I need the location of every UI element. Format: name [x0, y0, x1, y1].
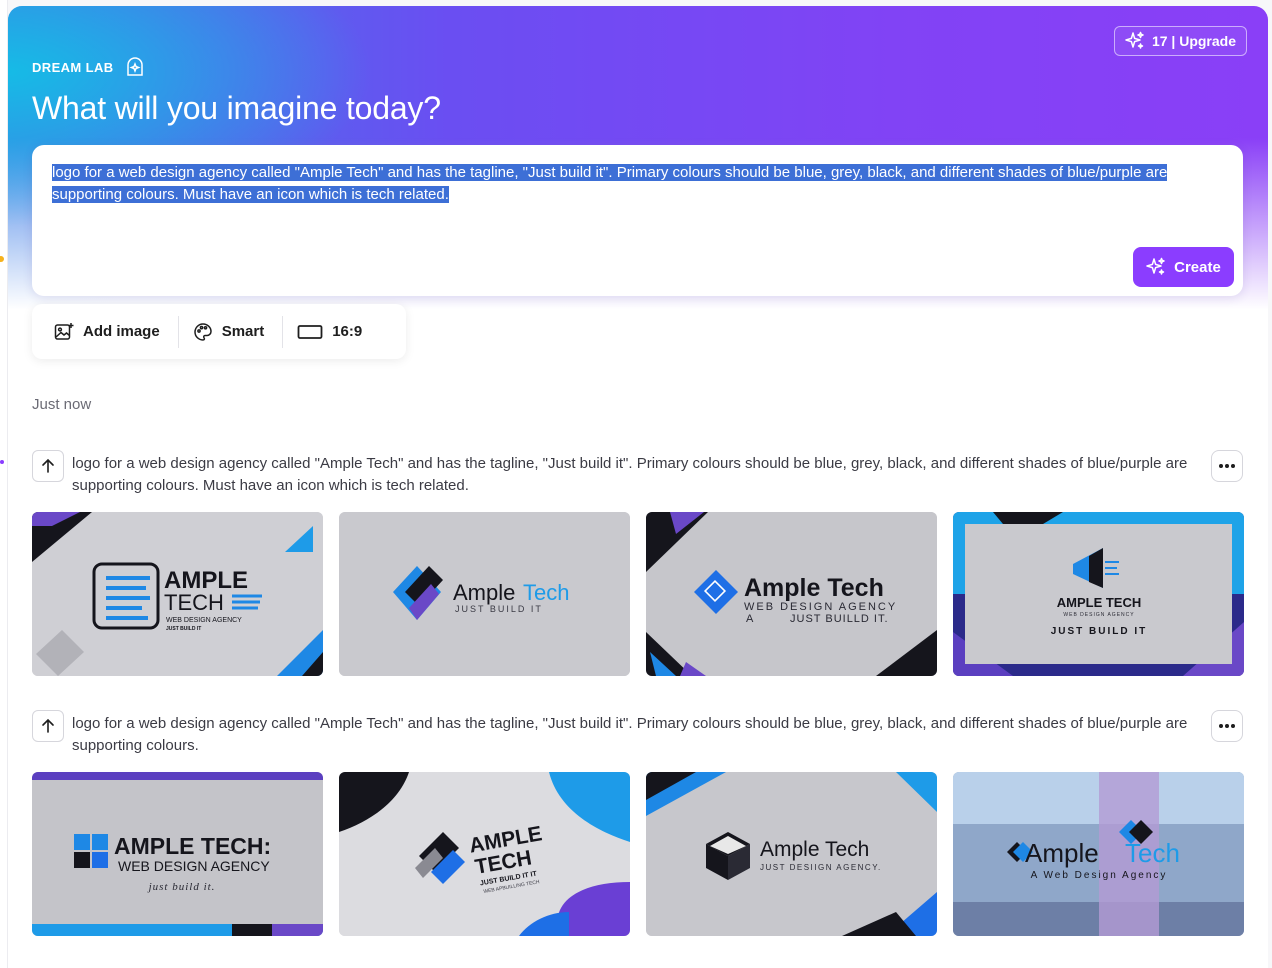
generated-image[interactable]: Ample Tech JUST BUILD IT: [339, 512, 630, 676]
add-image-button[interactable]: Add image: [46, 316, 172, 348]
logo-tagline: JUST BUILLD IT.: [790, 613, 889, 625]
logo-subtitle: Tech: [523, 580, 569, 605]
more-options-button[interactable]: [1211, 450, 1243, 482]
logo-title: Ample Tech: [744, 574, 884, 602]
generated-image[interactable]: Ample Tech JUST DESIIGN AGENCY.: [646, 772, 937, 936]
logo-image: AMPLE TECH WEB DESIGN AGENCY JUST BUILD …: [32, 512, 323, 676]
generated-image[interactable]: Ample Tech WEB DESIGN AGENCY A JUST BUIL…: [646, 512, 937, 676]
logo-image: AMPLE TECH: WEB DESIGN AGENCY just build…: [32, 772, 323, 936]
aspect-ratio-button[interactable]: 16:9: [289, 316, 374, 348]
logo-tagline: JUST BUILD IT: [455, 604, 543, 614]
logo-image: Ample Tech A Web Design Agency: [953, 772, 1244, 936]
generated-image[interactable]: AMPLE TECH JUST BUILD IT IT WEB APBUILLI…: [339, 772, 630, 936]
create-button[interactable]: Create: [1133, 247, 1234, 287]
more-icon: [1219, 724, 1235, 728]
brand: DREAM LAB: [32, 56, 146, 78]
logo-tagline: WEB DESIGN AGENCY: [1063, 612, 1134, 618]
arrow-up-icon: [42, 718, 54, 733]
style-button[interactable]: Smart: [185, 316, 277, 348]
logo-title: Ample: [453, 580, 515, 605]
logo-title: AMPLE TECH:: [114, 833, 271, 859]
logo-title: Ample: [1025, 838, 1099, 868]
generated-image[interactable]: AMPLE TECH WEB DESIGN AGENCY JUST BUILD …: [953, 512, 1244, 676]
logo-tagline: WEB DESIGN AGENCY: [118, 858, 270, 874]
generated-image[interactable]: AMPLE TECH: WEB DESIGN AGENCY just build…: [32, 772, 323, 936]
prompt-input-text[interactable]: logo for a web design agency called "Amp…: [52, 162, 1192, 206]
logo-tagline: WEB DESIGN AGENCY: [166, 617, 242, 624]
logo-image: AMPLE TECH WEB DESIGN AGENCY JUST BUILD …: [953, 512, 1244, 676]
logo-tagline: JUST DESIIGN AGENCY.: [760, 863, 882, 872]
brand-label: DREAM LAB: [32, 59, 114, 75]
logo-tagline: JUST BUILD IT: [166, 626, 201, 632]
more-icon: [1219, 464, 1235, 468]
generation-prompt: logo for a web design agency called "Amp…: [72, 455, 1188, 494]
prompt-selected-text: logo for a web design agency called "Amp…: [52, 164, 1168, 203]
arrow-up-icon: [42, 458, 54, 473]
logo-title: AMPLE TECH: [1057, 595, 1142, 610]
reuse-prompt-button[interactable]: [32, 450, 64, 482]
sparkle-icon: [1146, 257, 1165, 275]
logo-image: Ample Tech JUST DESIIGN AGENCY.: [646, 772, 937, 936]
indicator-dot: [0, 256, 4, 262]
logo-image: Ample Tech JUST BUILD IT: [339, 512, 630, 676]
add-image-icon: [54, 322, 74, 340]
generation-results: AMPLE TECH WEB DESIGN AGENCY JUST BUILD …: [32, 512, 1244, 676]
page-title: What will you imagine today?: [32, 90, 441, 126]
generation-prompt: logo for a web design agency called "Amp…: [72, 715, 1188, 754]
logo-tagline: A: [746, 613, 754, 625]
dream-lab-panel: 17 | Upgrade DREAM LAB What will you ima…: [8, 6, 1268, 968]
divider: [177, 315, 179, 348]
logo-image: AMPLE TECH JUST BUILD IT IT WEB APBUILLI…: [339, 772, 630, 936]
dream-lab-icon: [126, 57, 143, 76]
prompt-options-bar: Add image Smart 16:9: [32, 304, 406, 359]
logo-tagline: WEB DESIGN AGENCY: [744, 601, 897, 613]
divider: [282, 315, 284, 348]
indicator-dot: [0, 460, 4, 464]
palette-icon: [194, 322, 212, 341]
logo-tagline: just build it.: [147, 881, 216, 893]
generated-image[interactable]: AMPLE TECH WEB DESIGN AGENCY JUST BUILD …: [32, 512, 323, 676]
generation-results: AMPLE TECH: WEB DESIGN AGENCY just build…: [32, 772, 1244, 936]
reuse-prompt-button[interactable]: [32, 710, 64, 742]
logo-tagline: JUST BUILD IT: [1051, 626, 1148, 637]
logo-tagline: A Web Design Agency: [1031, 870, 1168, 881]
sparkle-icon: [1125, 31, 1144, 49]
more-options-button[interactable]: [1211, 710, 1243, 742]
logo-subtitle: TECH: [164, 590, 224, 615]
aspect-ratio-label: 16:9: [332, 323, 363, 340]
app-window: 17 | Upgrade DREAM LAB What will you ima…: [0, 0, 1272, 968]
create-label: Create: [1174, 258, 1221, 276]
add-image-label: Add image: [83, 323, 160, 340]
logo-subtitle: Tech: [1125, 838, 1180, 868]
left-edge-strip: [0, 0, 8, 968]
aspect-ratio-icon: [297, 324, 323, 339]
prompt-textarea[interactable]: logo for a web design agency called "Amp…: [32, 145, 1243, 296]
upgrade-label: 17 | Upgrade: [1151, 33, 1236, 49]
upgrade-button[interactable]: 17 | Upgrade: [1113, 26, 1247, 56]
logo-image: Ample Tech WEB DESIGN AGENCY A JUST BUIL…: [646, 512, 937, 676]
logo-title: Ample Tech: [760, 838, 869, 861]
history-timestamp: Just now: [32, 396, 92, 413]
style-label: Smart: [221, 323, 265, 340]
generated-image[interactable]: Ample Tech A Web Design Agency: [953, 772, 1244, 936]
